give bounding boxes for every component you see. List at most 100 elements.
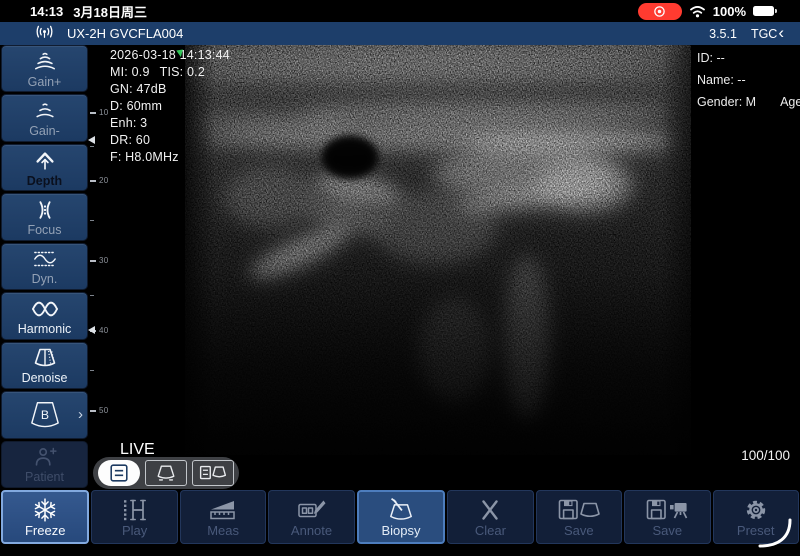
biopsy-icon [382, 497, 420, 523]
toolbar-button-label: Save [652, 524, 682, 538]
patient-gender-age: Gender: MAge: -- [697, 91, 800, 113]
dyn-icon [30, 246, 60, 272]
ruler-tick-minor [90, 146, 94, 147]
ruler-tick-major: 30 [90, 260, 96, 262]
sidebar-button-gain-minus[interactable]: Gain- [1, 94, 88, 141]
freeze-icon [30, 497, 60, 523]
layout-dual-icon [197, 462, 229, 484]
sidebar-button-focus[interactable]: Focus [1, 193, 88, 240]
ruler-tick-label: 40 [99, 326, 109, 335]
sidebar-button-harmonic[interactable]: Harmonic [1, 292, 88, 339]
acquisition-datetime: 2026-03-18 14:13:44 [110, 47, 230, 64]
toolbar-button-label: Save [564, 524, 594, 538]
toolbar-button-label: Meas [207, 524, 239, 538]
tgc-toggle[interactable]: TGC ‹ [751, 25, 784, 42]
patient-id: ID: -- [697, 47, 800, 69]
toolbar-button-label: Clear [475, 524, 506, 538]
sidebar-button-bmode[interactable]: B› [1, 391, 88, 438]
sidebar-button-label: Denoise [22, 372, 68, 385]
ruler-tick-label: 10 [99, 108, 109, 117]
gain-minus-icon [30, 98, 60, 124]
app-screen: 14:13 3月18日周三 100% UX-2H GVCFLA004 3.5.1… [0, 0, 800, 556]
status-time: 14:13 [30, 4, 63, 19]
sidebar-button-label: Gain+ [28, 76, 62, 89]
battery-percent: 100% [713, 4, 746, 19]
view-mode-single-button[interactable] [98, 460, 140, 486]
patient-name: Name: -- [697, 69, 800, 91]
view-mode-dual-button[interactable] [192, 460, 234, 486]
chevron-right-icon: › [78, 406, 83, 423]
ruler-tick-major: 50 [90, 410, 96, 412]
ruler-tick-minor [90, 220, 94, 221]
record-icon [653, 5, 666, 18]
layout-single-icon [105, 462, 133, 484]
imaging-parameters: 2026-03-18 14:13:44 MI: 0.9TIS: 0.2 GN: … [110, 47, 230, 166]
bottom-toolbar: FreezePlayMeasAnnoteBiopsyClearSaveSaveP… [0, 490, 800, 544]
ruler-tick-label: 50 [99, 406, 109, 415]
ruler-tick-minor [90, 295, 94, 296]
toolbar-button-label: Biopsy [381, 524, 420, 538]
view-mode-toolbar [93, 457, 239, 489]
screen-record-indicator[interactable] [638, 3, 682, 20]
save-image-button[interactable]: Save [536, 490, 622, 544]
sidebar-button-denoise[interactable]: Denoise [1, 342, 88, 389]
save-video-icon [643, 497, 691, 523]
patient-info: ID: -- Name: -- Gender: MAge: -- [697, 47, 800, 113]
sidebar-button-label: Harmonic [18, 323, 72, 336]
ruler-tick-label: 20 [99, 176, 109, 185]
sidebar-button-label: Focus [27, 224, 61, 237]
play-button[interactable]: Play [91, 490, 177, 544]
sidebar-button-label: Gain- [29, 125, 60, 138]
toolbar-button-label: Freeze [25, 524, 65, 538]
denoise-icon [29, 345, 61, 371]
annote-button[interactable]: Annote [268, 490, 354, 544]
battery-icon [753, 6, 774, 17]
gain-value: GN: 47dB [110, 81, 230, 98]
depth-icon [30, 148, 60, 174]
sidebar: Gain+ Gain- Depth Focus Dyn. Harmonic Denoise B… [0, 45, 90, 488]
chevron-left-icon: ‹ [778, 24, 784, 41]
sidebar-button-gain-plus[interactable]: Gain+ [1, 45, 88, 92]
patient-icon [30, 444, 60, 470]
sidebar-button-label: Depth [27, 175, 62, 188]
play-icon [115, 497, 155, 523]
meas-button[interactable]: Meas [180, 490, 266, 544]
ultrasound-image[interactable] [185, 45, 691, 455]
ruler-tick-major: 10 [90, 112, 96, 114]
sidebar-button-label: Dyn. [32, 273, 58, 286]
depth-value: D: 60mm [110, 98, 230, 115]
frequency-value: F: H8.0MHz [110, 149, 230, 166]
meas-icon [203, 497, 243, 523]
ruler-tick-label: 30 [99, 256, 109, 265]
toolbar-button-label: Play [122, 524, 147, 538]
focus-icon [30, 197, 60, 223]
probe-antenna-icon [34, 24, 55, 43]
gesture-curve [752, 516, 796, 552]
save-image-icon [555, 497, 603, 523]
save-video-button[interactable]: Save [624, 490, 710, 544]
annote-icon [292, 497, 332, 523]
layout-sector-icon [152, 462, 180, 484]
status-date: 3月18日周三 [73, 2, 147, 21]
dynamic-range-value: DR: 60 [110, 132, 230, 149]
freeze-button[interactable]: Freeze [1, 490, 89, 544]
ruler-tick-minor [90, 370, 94, 371]
mi-tis-line: MI: 0.9TIS: 0.2 [110, 64, 230, 81]
focus-marker-icon [88, 326, 95, 334]
tgc-label: TGC [751, 27, 777, 41]
biopsy-button[interactable]: Biopsy [357, 490, 445, 544]
app-version: 3.5.1 [709, 27, 737, 41]
sidebar-button-dyn[interactable]: Dyn. [1, 243, 88, 290]
focus-marker-icon [88, 136, 95, 144]
view-mode-sector-button[interactable] [145, 460, 187, 486]
wifi-icon [689, 5, 706, 18]
clear-button[interactable]: Clear [447, 490, 533, 544]
device-name: UX-2H GVCFLA004 [67, 26, 183, 41]
harmonic-icon [29, 296, 61, 322]
enhance-value: Enh: 3 [110, 115, 230, 132]
sidebar-button-patient[interactable]: Patient [1, 441, 88, 488]
frame-counter: 100/100 [741, 448, 790, 463]
sidebar-button-depth[interactable]: Depth [1, 144, 88, 191]
ruler-tick-major: 20 [90, 180, 96, 182]
image-area: 2026-03-18 14:13:44 MI: 0.9TIS: 0.2 GN: … [90, 45, 800, 490]
